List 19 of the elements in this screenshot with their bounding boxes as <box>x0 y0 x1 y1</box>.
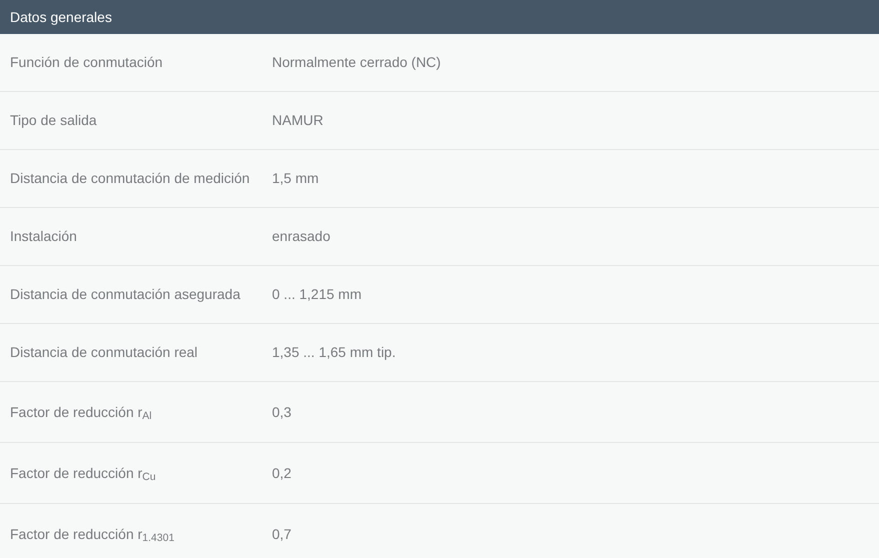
property-value: enrasado <box>272 227 330 246</box>
property-value: 0,3 <box>272 402 292 422</box>
property-value: 0,7 <box>272 524 292 544</box>
property-value: NAMUR <box>272 111 324 130</box>
property-label: Distancia de conmutación real <box>9 343 199 362</box>
property-label: Factor de reducción r$_{Al}$ <box>9 402 153 422</box>
property-value: 0,2 <box>272 464 292 482</box>
property-label: Distancia de conmutación asegurada <box>9 285 242 304</box>
property-label: Factor de reducción r$_{1.4301}$ <box>9 524 176 544</box>
property-label: Instalación <box>9 227 78 246</box>
section-title: Datos generales <box>10 8 112 27</box>
property-label: Distancia de conmutación de medición <box>9 169 251 188</box>
property-label: Función de conmutación <box>9 53 164 72</box>
property-value: 1,35 ... 1,65 mm tip. <box>272 343 396 362</box>
property-label: Tipo de salida <box>9 111 98 130</box>
property-value: 0 ... 1,215 mm <box>272 285 362 304</box>
property-value: 1,5 mm <box>272 169 319 188</box>
property-label: Factor de reducción r$_{Cu}$ <box>9 464 157 484</box>
property-value: Normalmente cerrado (NC) <box>272 53 441 72</box>
